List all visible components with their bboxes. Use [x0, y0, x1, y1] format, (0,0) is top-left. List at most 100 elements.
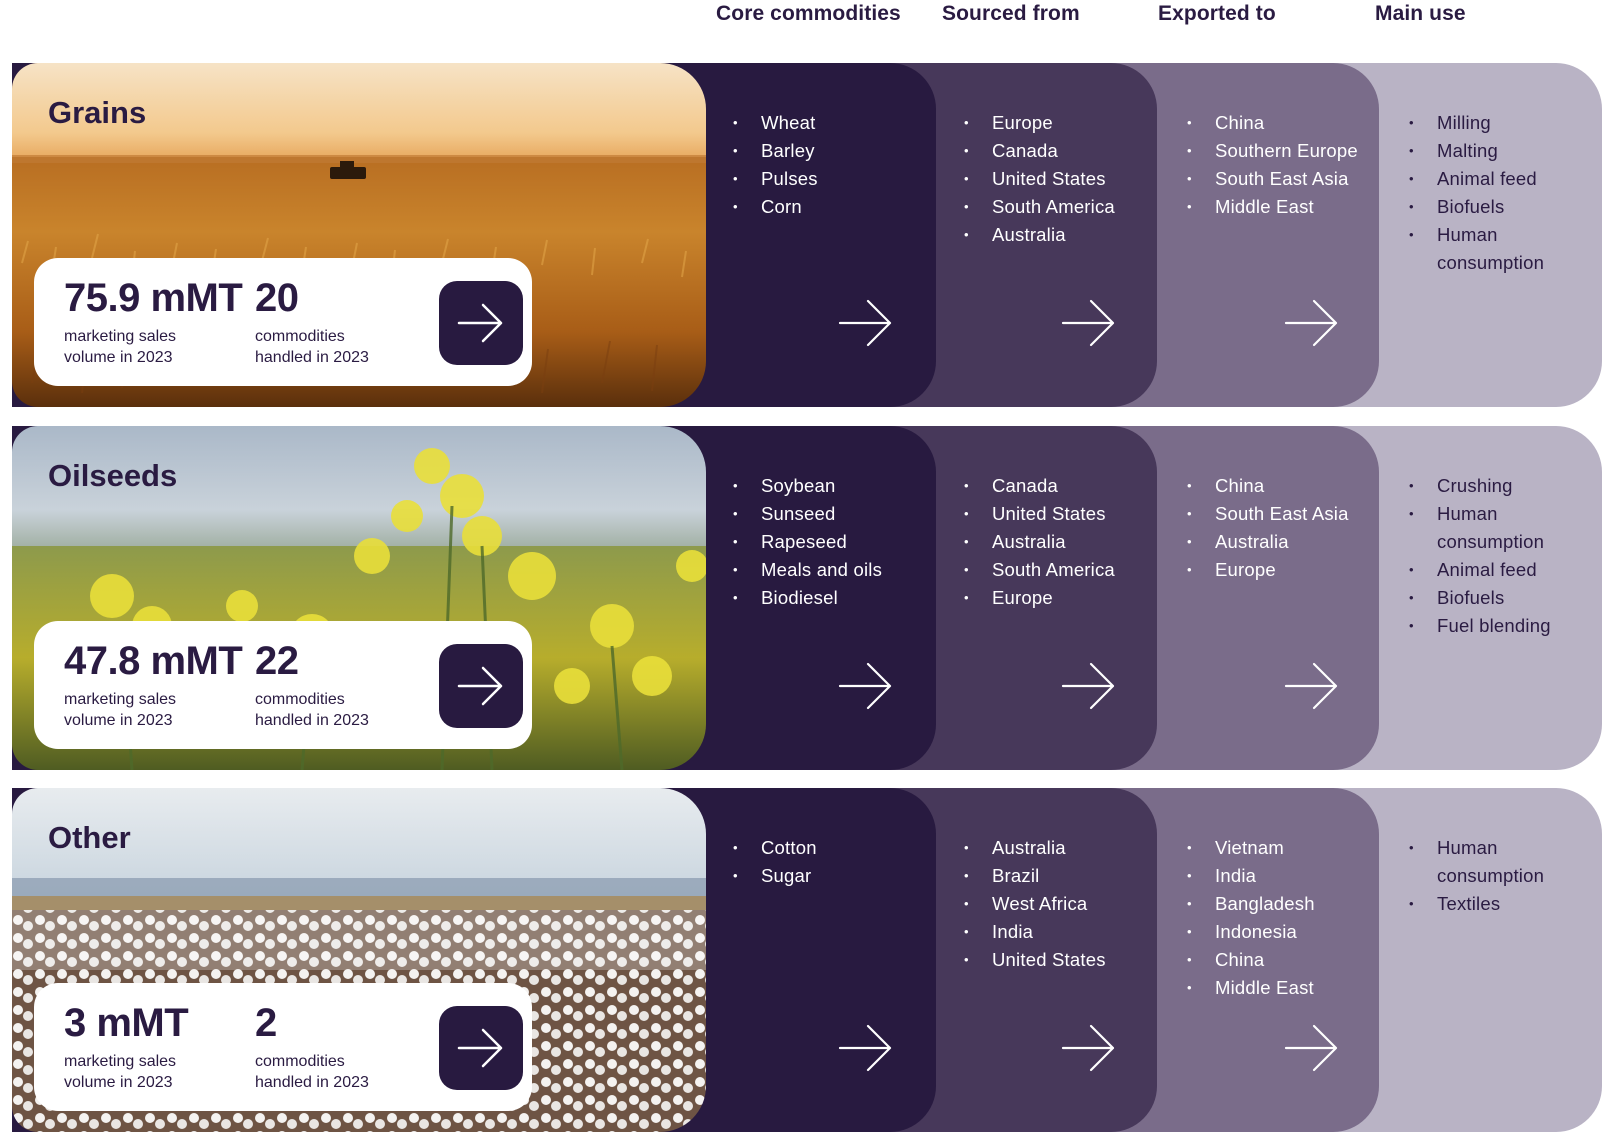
list-item: Brazil — [964, 862, 1154, 890]
list-item: Wheat — [733, 109, 933, 137]
list-item: India — [1187, 862, 1377, 890]
list-item: Sugar — [733, 862, 933, 890]
list-item: Europe — [1187, 556, 1377, 584]
list-item: Middle East — [1187, 974, 1377, 1002]
list-item: South East Asia — [1187, 165, 1377, 193]
list-item: Biofuels — [1409, 584, 1589, 612]
list-item: South East Asia — [1187, 500, 1377, 528]
oilseeds-more-button[interactable] — [439, 644, 523, 728]
row-oilseeds: Oilseeds 47.8 mMT marketing sales volume… — [12, 426, 1602, 770]
row-title: Other — [48, 820, 131, 855]
list-item: Australia — [964, 221, 1154, 249]
other-more-button[interactable] — [439, 1006, 523, 1090]
exported-to-list: Vietnam India Bangladesh Indonesia China… — [1187, 834, 1377, 1002]
list-item: Canada — [964, 137, 1154, 165]
stat-sales-volume: 3 mMT marketing sales volume in 2023 — [64, 1001, 189, 1093]
list-item: India — [964, 918, 1154, 946]
arrow-right-icon[interactable] — [1061, 661, 1117, 711]
list-item: Australia — [1187, 528, 1377, 556]
list-item: Human consumption — [1409, 834, 1579, 890]
list-item: Rapeseed — [733, 528, 933, 556]
list-item: Animal feed — [1409, 165, 1589, 193]
list-item: China — [1187, 472, 1377, 500]
header-main-use: Main use — [1375, 2, 1466, 25]
list-item: Human consumption — [1409, 221, 1579, 277]
list-item: Barley — [733, 137, 933, 165]
arrow-right-icon[interactable] — [838, 661, 894, 711]
arrow-right-icon[interactable] — [1284, 1023, 1340, 1073]
list-item: South America — [964, 556, 1154, 584]
list-item: Middle East — [1187, 193, 1377, 221]
list-item: Cotton — [733, 834, 933, 862]
stat-commodities-count: 2 commodities handled in 2023 — [255, 1001, 369, 1093]
stat-card: 47.8 mMT marketing sales volume in 2023 … — [34, 621, 532, 749]
arrow-right-icon — [457, 1028, 503, 1068]
column-headers: Core commodities Sourced from Exported t… — [0, 0, 1606, 40]
list-item: Biodiesel — [733, 584, 933, 612]
stat-sales-volume: 47.8 mMT marketing sales volume in 2023 — [64, 639, 243, 731]
list-item: Soybean — [733, 472, 933, 500]
grains-more-button[interactable] — [439, 281, 523, 365]
arrow-right-icon[interactable] — [1284, 298, 1340, 348]
stat-card: 75.9 mMT marketing sales volume in 2023 … — [34, 258, 532, 386]
stat-value: 47.8 mMT — [64, 639, 243, 683]
list-item: Meals and oils — [733, 556, 933, 584]
list-item: Fuel blending — [1409, 612, 1589, 640]
list-item: Biofuels — [1409, 193, 1589, 221]
exported-to-list: China Southern Europe South East Asia Mi… — [1187, 109, 1377, 221]
row-grains: Grains 75.9 mMT marketing sales volume i… — [12, 63, 1602, 407]
list-item: Textiles — [1409, 890, 1589, 918]
stat-commodities-count: 22 commodities handled in 2023 — [255, 639, 369, 731]
list-item: Pulses — [733, 165, 933, 193]
arrow-right-icon[interactable] — [1284, 661, 1340, 711]
arrow-right-icon[interactable] — [838, 298, 894, 348]
list-item: Europe — [964, 584, 1154, 612]
list-item: Animal feed — [1409, 556, 1589, 584]
sourced-from-list: Australia Brazil West Africa India Unite… — [964, 834, 1154, 974]
exported-to-list: China South East Asia Australia Europe — [1187, 472, 1377, 584]
list-item: Human consumption — [1409, 500, 1579, 556]
list-item: West Africa — [964, 890, 1154, 918]
list-item: Sunseed — [733, 500, 933, 528]
arrow-right-icon[interactable] — [1061, 298, 1117, 348]
stat-label: commodities handled in 2023 — [255, 1053, 369, 1091]
stat-commodities-count: 20 commodities handled in 2023 — [255, 276, 369, 368]
list-item: Indonesia — [1187, 918, 1377, 946]
stat-value: 75.9 mMT — [64, 276, 243, 320]
list-item: United States — [964, 165, 1154, 193]
sourced-from-list: Europe Canada United States South Americ… — [964, 109, 1154, 249]
list-item: Australia — [964, 834, 1154, 862]
stat-label: marketing sales volume in 2023 — [64, 691, 177, 729]
stat-sales-volume: 75.9 mMT marketing sales volume in 2023 — [64, 276, 243, 368]
list-item: Australia — [964, 528, 1154, 556]
commodities-list: Cotton Sugar — [733, 834, 933, 890]
stat-value: 20 — [255, 276, 299, 320]
row-title: Grains — [48, 95, 147, 130]
header-sourced-from: Sourced from — [942, 2, 1080, 25]
commodities-list: Wheat Barley Pulses Corn — [733, 109, 933, 221]
list-item: Crushing — [1409, 472, 1589, 500]
list-item: Milling — [1409, 109, 1589, 137]
arrow-right-icon[interactable] — [1061, 1023, 1117, 1073]
list-item: China — [1187, 109, 1377, 137]
main-use-list: Human consumption Textiles — [1409, 834, 1589, 918]
stat-label: marketing sales volume in 2023 — [64, 328, 177, 366]
row-title: Oilseeds — [48, 458, 178, 493]
row-other: Other 3 mMT marketing sales volume in 20… — [12, 788, 1602, 1132]
stat-value: 2 — [255, 1001, 277, 1045]
sourced-from-list: Canada United States Australia South Ame… — [964, 472, 1154, 612]
list-item: United States — [964, 500, 1154, 528]
arrow-right-icon — [457, 666, 503, 706]
list-item: South America — [964, 193, 1154, 221]
stat-label: commodities handled in 2023 — [255, 328, 369, 366]
main-use-list: Crushing Human consumption Animal feed B… — [1409, 472, 1589, 640]
list-item: Southern Europe — [1187, 137, 1377, 165]
stat-value: 22 — [255, 639, 299, 683]
list-item: United States — [964, 946, 1154, 974]
list-item: China — [1187, 946, 1377, 974]
list-item: Europe — [964, 109, 1154, 137]
list-item: Bangladesh — [1187, 890, 1377, 918]
arrow-right-icon[interactable] — [838, 1023, 894, 1073]
header-exported-to: Exported to — [1158, 2, 1276, 25]
list-item: Vietnam — [1187, 834, 1377, 862]
